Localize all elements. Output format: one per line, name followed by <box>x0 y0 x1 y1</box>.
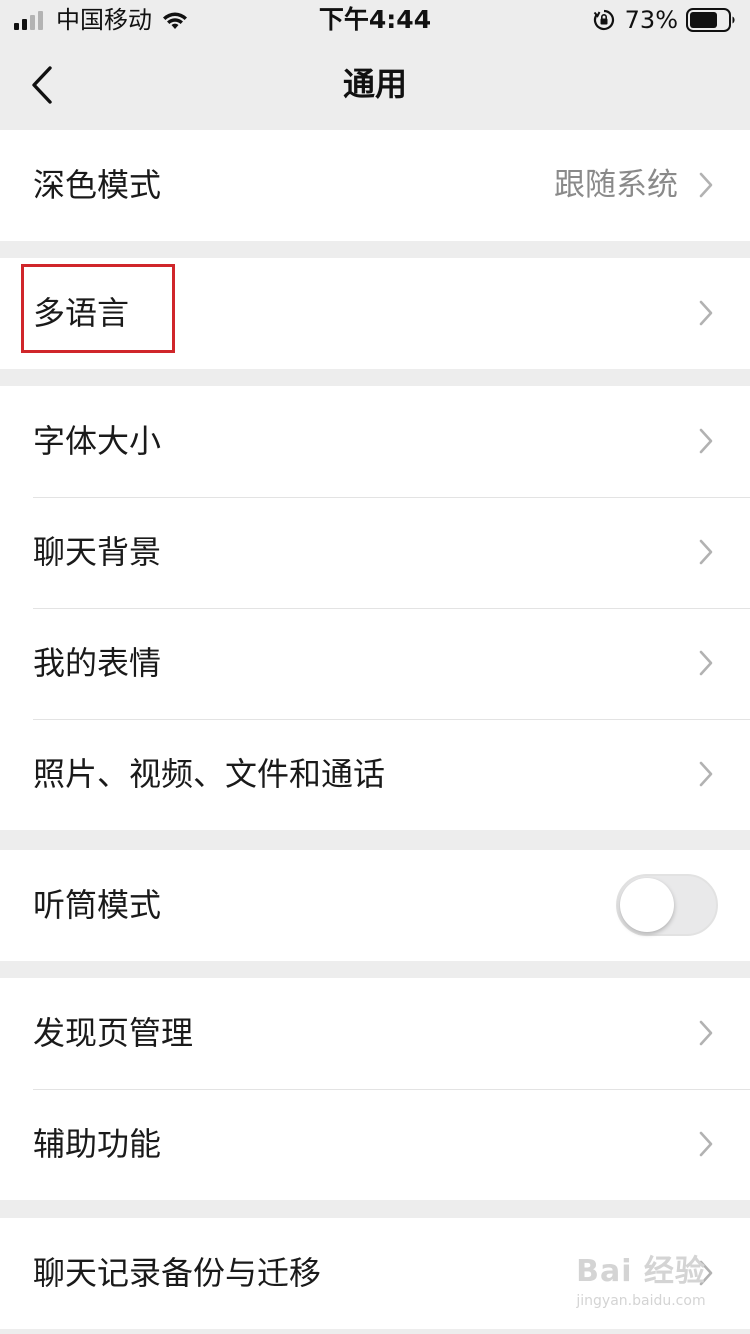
orientation-lock-icon <box>593 9 614 31</box>
cell-label: 深色模式 <box>33 166 162 204</box>
chevron-right-icon <box>699 761 713 787</box>
cell-language[interactable]: 多语言 <box>0 258 750 369</box>
group-discover: 发现页管理 辅助功能 <box>0 978 750 1200</box>
group-language: 多语言 <box>0 258 750 369</box>
group-dark-mode: 深色模式 跟随系统 <box>0 130 750 241</box>
group-backup: 聊天记录备份与迁移 <box>0 1218 750 1329</box>
group-earpiece: 听筒模式 <box>0 850 750 961</box>
page-title: 通用 <box>342 65 407 103</box>
nav-bar: 通用 <box>0 40 750 130</box>
group-display: 字体大小 聊天背景 我的表情 照片、视频、文件和通话 <box>0 386 750 830</box>
cell-dark-mode[interactable]: 深色模式 跟随系统 <box>0 130 750 241</box>
cell-label: 我的表情 <box>33 644 162 682</box>
cell-accessibility[interactable]: 辅助功能 <box>0 1089 750 1200</box>
cell-earpiece-mode: 听筒模式 <box>0 850 750 961</box>
cell-label: 聊天背景 <box>33 533 162 571</box>
chevron-right-icon <box>699 1020 713 1046</box>
cell-value: 跟随系统 <box>554 167 678 203</box>
cell-media-files[interactable]: 照片、视频、文件和通话 <box>0 719 750 830</box>
cell-label: 聊天记录备份与迁移 <box>33 1254 322 1292</box>
battery-percent: 73% <box>624 6 678 34</box>
cell-label: 字体大小 <box>33 422 162 460</box>
status-right: 73% <box>593 6 736 34</box>
battery-icon <box>686 8 735 32</box>
cell-my-stickers[interactable]: 我的表情 <box>0 608 750 719</box>
cell-label: 照片、视频、文件和通话 <box>33 755 386 793</box>
chevron-right-icon <box>699 650 713 676</box>
cell-label: 发现页管理 <box>33 1014 194 1052</box>
earpiece-toggle[interactable] <box>616 874 718 936</box>
status-bar: 中国移动 下午4:44 73% <box>0 0 750 40</box>
cell-label: 辅助功能 <box>33 1125 162 1163</box>
chevron-right-icon <box>699 172 713 198</box>
cell-discover-manage[interactable]: 发现页管理 <box>0 978 750 1089</box>
settings-general-page: 中国移动 下午4:44 73% 通用 深色模式 跟随系统 多语言 字体大小 聊天… <box>0 0 750 1334</box>
cell-chat-backup[interactable]: 聊天记录备份与迁移 <box>0 1218 750 1329</box>
cell-label: 听筒模式 <box>33 886 162 924</box>
chevron-right-icon <box>699 428 713 454</box>
chevron-right-icon <box>699 1131 713 1157</box>
toggle-knob <box>620 878 674 932</box>
chevron-right-icon <box>699 300 713 326</box>
chevron-right-icon <box>699 539 713 565</box>
cell-label: 多语言 <box>33 294 130 332</box>
cell-font-size[interactable]: 字体大小 <box>0 386 750 497</box>
cell-chat-background[interactable]: 聊天背景 <box>0 497 750 608</box>
chevron-right-icon <box>699 1260 713 1286</box>
